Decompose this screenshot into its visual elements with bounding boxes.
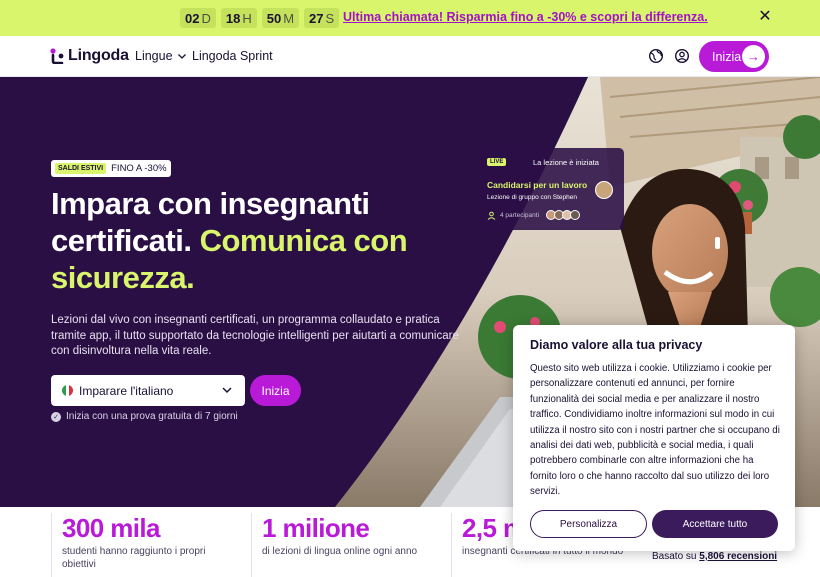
teacher-avatar bbox=[595, 181, 613, 199]
cookie-consent-dialog: Diamo valore alla tua privacy Questo sit… bbox=[513, 325, 795, 551]
language-select[interactable]: Imparare l'italiano bbox=[51, 375, 245, 406]
promo-link[interactable]: Ultima chiamata! Risparmia fino a -30% e… bbox=[343, 10, 708, 24]
header-start-button[interactable]: Inizia → bbox=[699, 41, 769, 72]
globe-icon[interactable] bbox=[648, 48, 664, 64]
cookie-title: Diamo valore alla tua privacy bbox=[530, 338, 703, 352]
participants-icon bbox=[487, 211, 496, 220]
stat-number: 300 mila bbox=[62, 513, 160, 543]
chevron-down-icon bbox=[177, 54, 186, 59]
lesson-status: La lezione è iniziata bbox=[533, 158, 599, 167]
accept-all-button[interactable]: Accettare tutto bbox=[652, 510, 778, 538]
hero-title: Impara con insegnanti certificati. Comun… bbox=[51, 185, 471, 296]
stat-students: 300 mila studenti hanno raggiunto i prop… bbox=[51, 513, 241, 577]
header-start-label: Inizia bbox=[712, 49, 742, 64]
user-icon[interactable] bbox=[674, 48, 690, 64]
hero-description: Lezioni dal vivo con insegnanti certific… bbox=[51, 314, 459, 357]
reviews-prefix: Basato su bbox=[652, 551, 697, 562]
stat-number: 1 milione bbox=[262, 513, 370, 543]
free-trial-note: ✓ Inizia con una prova gratuita di 7 gio… bbox=[51, 411, 238, 422]
countdown-unit: D bbox=[201, 10, 211, 26]
nav-lingoda-sprint[interactable]: Lingoda Sprint bbox=[192, 49, 273, 63]
countdown-minutes: 50 M bbox=[261, 8, 300, 28]
countdown-value: 02 bbox=[185, 10, 200, 26]
language-select-value: Imparare l'italiano bbox=[79, 383, 174, 398]
reviews-note: Basato su 5,806 recensioni bbox=[652, 551, 777, 562]
live-lesson-card: LIVE La lezione è iniziata Candidarsi pe… bbox=[479, 148, 624, 230]
sale-badge-text: FINO A -30% bbox=[111, 163, 167, 174]
stat-label: studenti hanno raggiunto i propri obiett… bbox=[62, 546, 206, 570]
logo-text: Lingoda bbox=[68, 47, 129, 64]
lesson-participants: 4 partecipanti bbox=[500, 212, 540, 219]
free-trial-text: Inizia con una prova gratuita di 7 giorn… bbox=[66, 411, 238, 422]
lingoda-logo-icon bbox=[50, 48, 64, 64]
nav-languages[interactable]: Lingue bbox=[135, 49, 187, 63]
countdown-unit: S bbox=[325, 10, 335, 26]
cookie-body: Questo sito web utilizza i cookie. Utili… bbox=[530, 363, 780, 498]
sale-badge-tag: SALDI ESTIVI bbox=[55, 163, 107, 174]
countdown-unit: H bbox=[242, 10, 252, 26]
hero-start-button[interactable]: Inizia bbox=[250, 375, 301, 406]
chevron-down-icon bbox=[222, 387, 232, 394]
arrow-right-icon: → bbox=[742, 45, 765, 68]
participant-avatars bbox=[546, 210, 580, 220]
countdown-value: 50 bbox=[266, 10, 282, 26]
lesson-subtitle: Lezione di gruppo con Stephen bbox=[487, 194, 577, 201]
live-badge: LIVE bbox=[487, 158, 507, 166]
countdown-days: 02 D bbox=[180, 8, 216, 28]
sale-badge: SALDI ESTIVI FINO A -30% bbox=[51, 160, 171, 177]
reviews-link[interactable]: 5,806 recensioni bbox=[699, 551, 777, 562]
italy-flag-icon bbox=[62, 385, 73, 396]
countdown-unit: M bbox=[283, 10, 295, 26]
countdown-value: 18 bbox=[225, 10, 241, 26]
logo[interactable]: Lingoda bbox=[50, 47, 129, 65]
stat-label: di lezioni di lingua online ogni anno bbox=[262, 546, 418, 557]
stat-lessons: 1 milione di lezioni di lingua online og… bbox=[251, 513, 441, 577]
site-header: Lingoda Lingue Lingoda Sprint Inizia → bbox=[0, 36, 820, 77]
countdown-hours: 18 H bbox=[220, 8, 257, 28]
close-icon[interactable]: ✕ bbox=[756, 8, 774, 26]
promo-bar: 02 D 18 H 50 M 27 S Ultima chiamata! Risparm… bbox=[0, 0, 820, 36]
countdown-value: 27 bbox=[309, 10, 324, 26]
customize-button[interactable]: Personalizza bbox=[530, 510, 647, 538]
nav-languages-label: Lingue bbox=[135, 49, 173, 63]
countdown-seconds: 27 S bbox=[304, 8, 340, 28]
lesson-title: Candidarsi per un lavoro bbox=[487, 180, 588, 190]
avatar bbox=[570, 210, 580, 220]
check-icon: ✓ bbox=[51, 411, 61, 422]
countdown-timer: 02 D 18 H 50 M 27 S bbox=[180, 8, 340, 28]
